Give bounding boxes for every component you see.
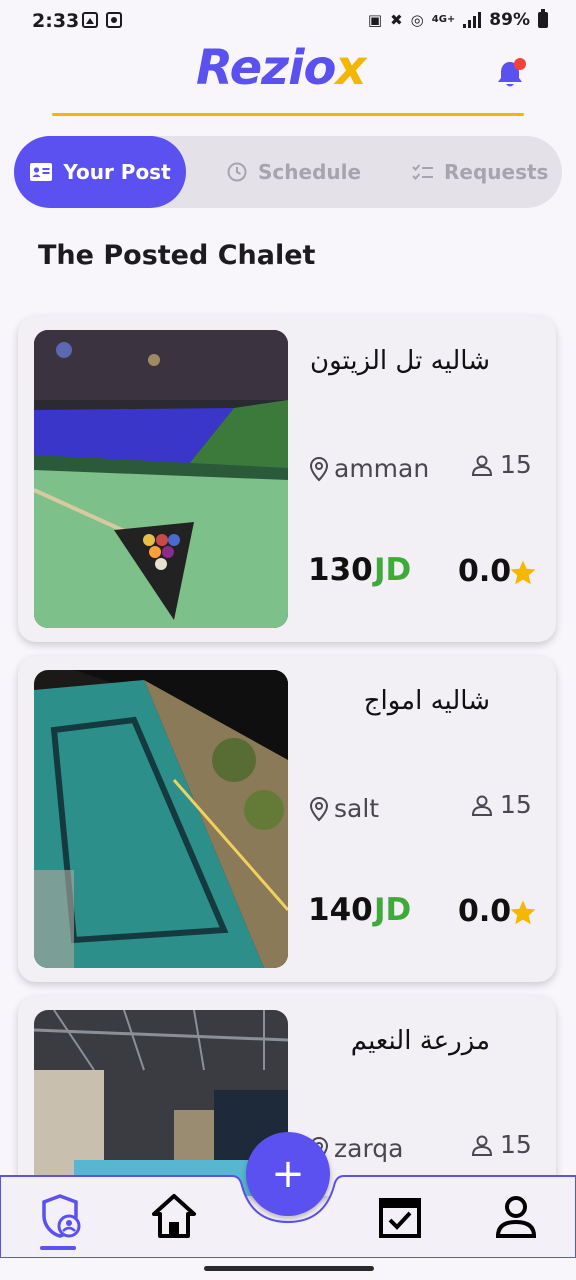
- chalet-photo: [34, 330, 288, 628]
- chalet-card[interactable]: شاليه تل الزيتون amman 15 130 JD 0.0: [18, 316, 556, 642]
- battery-icon: [538, 9, 548, 28]
- chalet-guests-count: 15: [500, 1130, 532, 1159]
- chalet-guests-count: 15: [500, 450, 532, 479]
- battery-percent: 89%: [489, 10, 530, 30]
- star-icon: [510, 560, 536, 585]
- chalet-currency: JD: [374, 892, 412, 928]
- chalet-price: 130: [308, 552, 373, 588]
- app-logo: Reziox: [196, 40, 367, 96]
- status-notification-icons: [82, 12, 122, 28]
- chalet-title: شاليه تل الزيتون: [310, 346, 490, 376]
- section-title: The Posted Chalet: [38, 240, 316, 271]
- id-card-icon: [30, 163, 53, 181]
- chalet-location-label: amman: [334, 454, 430, 483]
- chalet-location: amman: [308, 454, 429, 483]
- person-icon: [471, 1135, 493, 1156]
- tab-schedule-label: Schedule: [258, 160, 362, 184]
- clock-icon: [227, 162, 247, 182]
- active-nav-indicator: [40, 1246, 76, 1250]
- mute-icon: ✖: [390, 11, 403, 29]
- tab-bar: Your Post Schedule Requests: [14, 136, 562, 208]
- chalet-location: salt: [308, 794, 379, 823]
- chalet-guests: 15: [470, 450, 532, 479]
- tab-requests[interactable]: Requests: [412, 136, 548, 208]
- status-bar: 2:33 ▣ ✖ ◎ 4G+ 89%: [0, 0, 576, 44]
- person-icon: [471, 795, 493, 816]
- network-type: 4G+: [431, 14, 456, 25]
- gallery-notification-icon: [82, 12, 98, 28]
- person-icon: [471, 455, 493, 476]
- chalet-title: شاليه امواج: [363, 686, 490, 716]
- screen-record-icon: [106, 12, 122, 28]
- lock-icon: ▣: [367, 11, 383, 29]
- chalet-rating: 0.0: [458, 554, 512, 589]
- tab-schedule[interactable]: Schedule: [226, 136, 361, 208]
- checklist-icon: [412, 164, 433, 180]
- status-right-group: ▣ ✖ ◎ 4G+ 89%: [367, 9, 548, 30]
- tab-requests-label: Requests: [444, 160, 549, 184]
- notification-dot: [514, 58, 526, 70]
- chalet-currency: JD: [374, 552, 412, 588]
- hotspot-icon: ◎: [410, 11, 424, 29]
- calendar-check-icon[interactable]: [376, 1192, 424, 1240]
- notification-bell-icon[interactable]: [494, 58, 526, 90]
- header-divider: [52, 113, 524, 116]
- signal-icon: [463, 12, 482, 28]
- chalet-guests: 15: [470, 1130, 532, 1159]
- chalet-title: مزرعة النعيم: [350, 1026, 490, 1056]
- status-time: 2:33: [32, 10, 80, 32]
- logo-main: Rezio: [196, 40, 336, 96]
- location-pin-icon: [309, 796, 329, 821]
- profile-icon[interactable]: [492, 1192, 540, 1240]
- gesture-home-indicator[interactable]: [204, 1266, 374, 1271]
- chalet-price: 140: [308, 892, 373, 928]
- tab-your-post-label: Your Post: [63, 160, 171, 184]
- chalet-rating: 0.0: [458, 894, 512, 929]
- shield-user-icon[interactable]: [36, 1192, 84, 1240]
- chalet-card[interactable]: شاليه امواج salt 15 140 JD 0.0: [18, 656, 556, 982]
- add-chalet-button[interactable]: +: [246, 1132, 330, 1216]
- chalet-guests-count: 15: [500, 790, 532, 819]
- logo-accent: x: [335, 40, 367, 96]
- star-icon: [510, 900, 536, 925]
- chalet-photo: [34, 670, 288, 968]
- home-icon[interactable]: [150, 1192, 198, 1240]
- location-pin-icon: [309, 456, 329, 481]
- tab-your-post[interactable]: Your Post: [14, 136, 186, 208]
- chalet-guests: 15: [470, 790, 532, 819]
- chalet-location-label: salt: [334, 794, 380, 823]
- chalet-location-label: zarqa: [334, 1134, 404, 1163]
